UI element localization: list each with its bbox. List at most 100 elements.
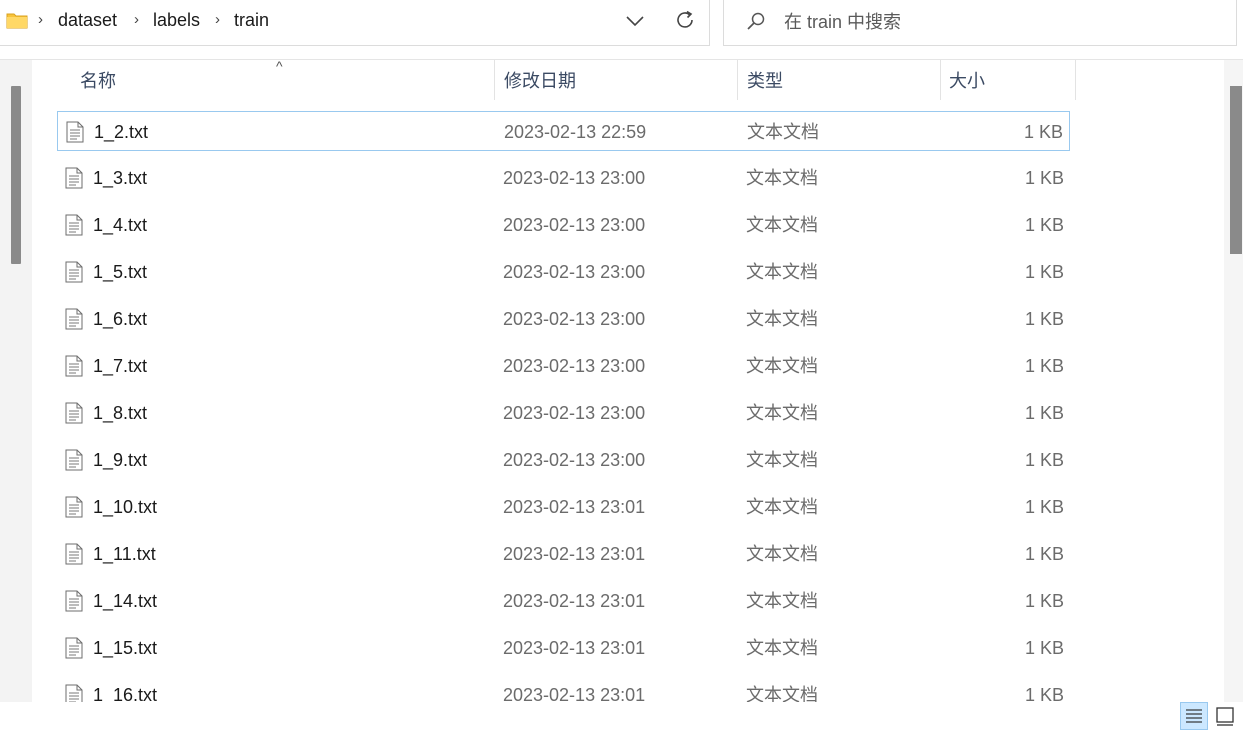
- file-row[interactable]: 1_15.txt 2023-02-13 23:01 文本文档 1 KB: [57, 628, 1070, 668]
- file-size: 1 KB: [1024, 450, 1064, 470]
- large-icons-view-icon: [1216, 707, 1234, 726]
- text-file-icon: [65, 355, 83, 377]
- file-type: 文本文档: [746, 309, 818, 329]
- breadcrumb-train[interactable]: train: [234, 9, 269, 31]
- file-type: 文本文档: [746, 591, 818, 611]
- file-size: 1 KB: [1024, 262, 1064, 282]
- file-size: 1 KB: [1024, 497, 1064, 517]
- file-size: 1 KB: [1024, 403, 1064, 423]
- file-size: 1 KB: [1024, 356, 1064, 376]
- file-row[interactable]: 1_4.txt 2023-02-13 23:00 文本文档 1 KB: [57, 205, 1070, 245]
- file-row[interactable]: 1_5.txt 2023-02-13 23:00 文本文档 1 KB: [57, 252, 1070, 292]
- large-icons-view-button[interactable]: [1213, 704, 1237, 728]
- breadcrumb-separator-icon: ›: [215, 11, 220, 28]
- refresh-icon[interactable]: [674, 9, 696, 31]
- file-row[interactable]: 1_6.txt 2023-02-13 23:00 文本文档 1 KB: [57, 299, 1070, 339]
- file-size: 1 KB: [1024, 215, 1064, 235]
- text-file-icon: [65, 261, 83, 283]
- navigation-scrollbar-thumb[interactable]: [11, 86, 21, 264]
- text-file-icon: [65, 214, 83, 236]
- breadcrumb-separator-icon: ›: [38, 11, 43, 28]
- file-type: 文本文档: [746, 685, 818, 702]
- file-row[interactable]: 1_3.txt 2023-02-13 23:00 文本文档 1 KB: [57, 158, 1070, 198]
- file-modified-date: 2023-02-13 23:00: [503, 356, 646, 376]
- text-file-icon: [65, 402, 83, 424]
- details-view-icon: [1186, 709, 1202, 723]
- status-bar: [0, 702, 1243, 732]
- file-size: 1 KB: [1024, 685, 1064, 702]
- file-size: 1 KB: [1024, 544, 1064, 564]
- file-row[interactable]: 1_8.txt 2023-02-13 23:00 文本文档 1 KB: [57, 393, 1070, 433]
- text-file-icon: [65, 449, 83, 471]
- file-modified-date: 2023-02-13 23:01: [503, 638, 646, 658]
- file-row[interactable]: 1_9.txt 2023-02-13 23:00 文本文档 1 KB: [57, 440, 1070, 480]
- file-modified-date: 2023-02-13 23:00: [503, 403, 646, 423]
- file-size: 1 KB: [1024, 591, 1064, 611]
- text-file-icon: [65, 496, 83, 518]
- file-size: 1 KB: [1023, 122, 1063, 142]
- text-file-icon: [65, 167, 83, 189]
- column-divider[interactable]: [494, 60, 495, 100]
- file-name: 1_11.txt: [93, 544, 156, 564]
- column-divider[interactable]: [1075, 60, 1076, 100]
- search-input[interactable]: [784, 9, 1204, 35]
- file-modified-date: 2023-02-13 23:01: [503, 497, 646, 517]
- details-view-button[interactable]: [1180, 702, 1208, 730]
- file-modified-date: 2023-02-13 23:00: [503, 450, 646, 470]
- file-type: 文本文档: [746, 450, 818, 470]
- top-bar: › dataset › labels › train: [0, 0, 1243, 60]
- file-size: 1 KB: [1024, 638, 1064, 658]
- file-name: 1_10.txt: [93, 497, 158, 517]
- text-file-icon: [65, 590, 83, 612]
- column-header-date[interactable]: 修改日期: [504, 60, 576, 102]
- file-name: 1_4.txt: [93, 215, 148, 235]
- vertical-scrollbar-thumb[interactable]: [1230, 86, 1242, 254]
- file-row[interactable]: 1_14.txt 2023-02-13 23:01 文本文档 1 KB: [57, 581, 1070, 621]
- file-modified-date: 2023-02-13 23:00: [503, 168, 646, 188]
- column-divider[interactable]: [940, 60, 941, 100]
- folder-icon: [6, 13, 28, 29]
- file-type: 文本文档: [746, 544, 818, 564]
- column-header-size[interactable]: 大小: [949, 60, 985, 102]
- file-name: 1_6.txt: [93, 309, 148, 329]
- file-name: 1_15.txt: [93, 638, 158, 658]
- column-header: ^ 名称 修改日期 类型 大小: [32, 60, 1076, 102]
- file-name: 1_2.txt: [94, 122, 149, 142]
- file-type: 文本文档: [746, 638, 818, 658]
- file-modified-date: 2023-02-13 23:00: [503, 262, 646, 282]
- file-row[interactable]: 1_11.txt 2023-02-13 23:01 文本文档 1 KB: [57, 534, 1070, 574]
- file-type: 文本文档: [747, 122, 819, 142]
- column-divider[interactable]: [737, 60, 738, 100]
- breadcrumb-labels[interactable]: labels: [153, 9, 200, 31]
- file-name: 1_5.txt: [93, 262, 148, 282]
- file-list: ^ 名称 修改日期 类型 大小 1_2.txt 2023-02-13 22:59 文…: [32, 60, 1224, 702]
- file-size: 1 KB: [1024, 168, 1064, 188]
- search-icon: [747, 12, 765, 30]
- text-file-icon: [65, 308, 83, 330]
- sort-ascending-icon: ^: [276, 60, 283, 74]
- breadcrumb-separator-icon: ›: [134, 11, 139, 28]
- file-row[interactable]: 1_2.txt 2023-02-13 22:59 文本文档 1 KB: [57, 111, 1070, 151]
- search-box[interactable]: [723, 0, 1237, 46]
- file-type: 文本文档: [746, 215, 818, 235]
- text-file-icon: [65, 543, 83, 565]
- file-modified-date: 2023-02-13 22:59: [504, 122, 647, 142]
- file-name: 1_16.txt: [93, 685, 158, 702]
- column-header-name[interactable]: 名称: [80, 60, 116, 102]
- address-bar[interactable]: › dataset › labels › train: [0, 0, 710, 46]
- text-file-icon: [65, 684, 83, 702]
- file-row[interactable]: 1_10.txt 2023-02-13 23:01 文本文档 1 KB: [57, 487, 1070, 527]
- breadcrumb-dataset[interactable]: dataset: [58, 9, 117, 31]
- text-file-icon: [66, 121, 84, 143]
- file-type: 文本文档: [746, 262, 818, 282]
- file-name: 1_14.txt: [93, 591, 158, 611]
- column-header-type[interactable]: 类型: [747, 60, 783, 102]
- file-name: 1_8.txt: [93, 403, 148, 423]
- file-row[interactable]: 1_16.txt 2023-02-13 23:01 文本文档 1 KB: [57, 675, 1070, 702]
- file-row[interactable]: 1_7.txt 2023-02-13 23:00 文本文档 1 KB: [57, 346, 1070, 386]
- chevron-down-icon[interactable]: [624, 12, 646, 30]
- file-type: 文本文档: [746, 168, 818, 188]
- file-modified-date: 2023-02-13 23:00: [503, 215, 646, 235]
- file-name: 1_7.txt: [93, 356, 148, 376]
- text-file-icon: [65, 637, 83, 659]
